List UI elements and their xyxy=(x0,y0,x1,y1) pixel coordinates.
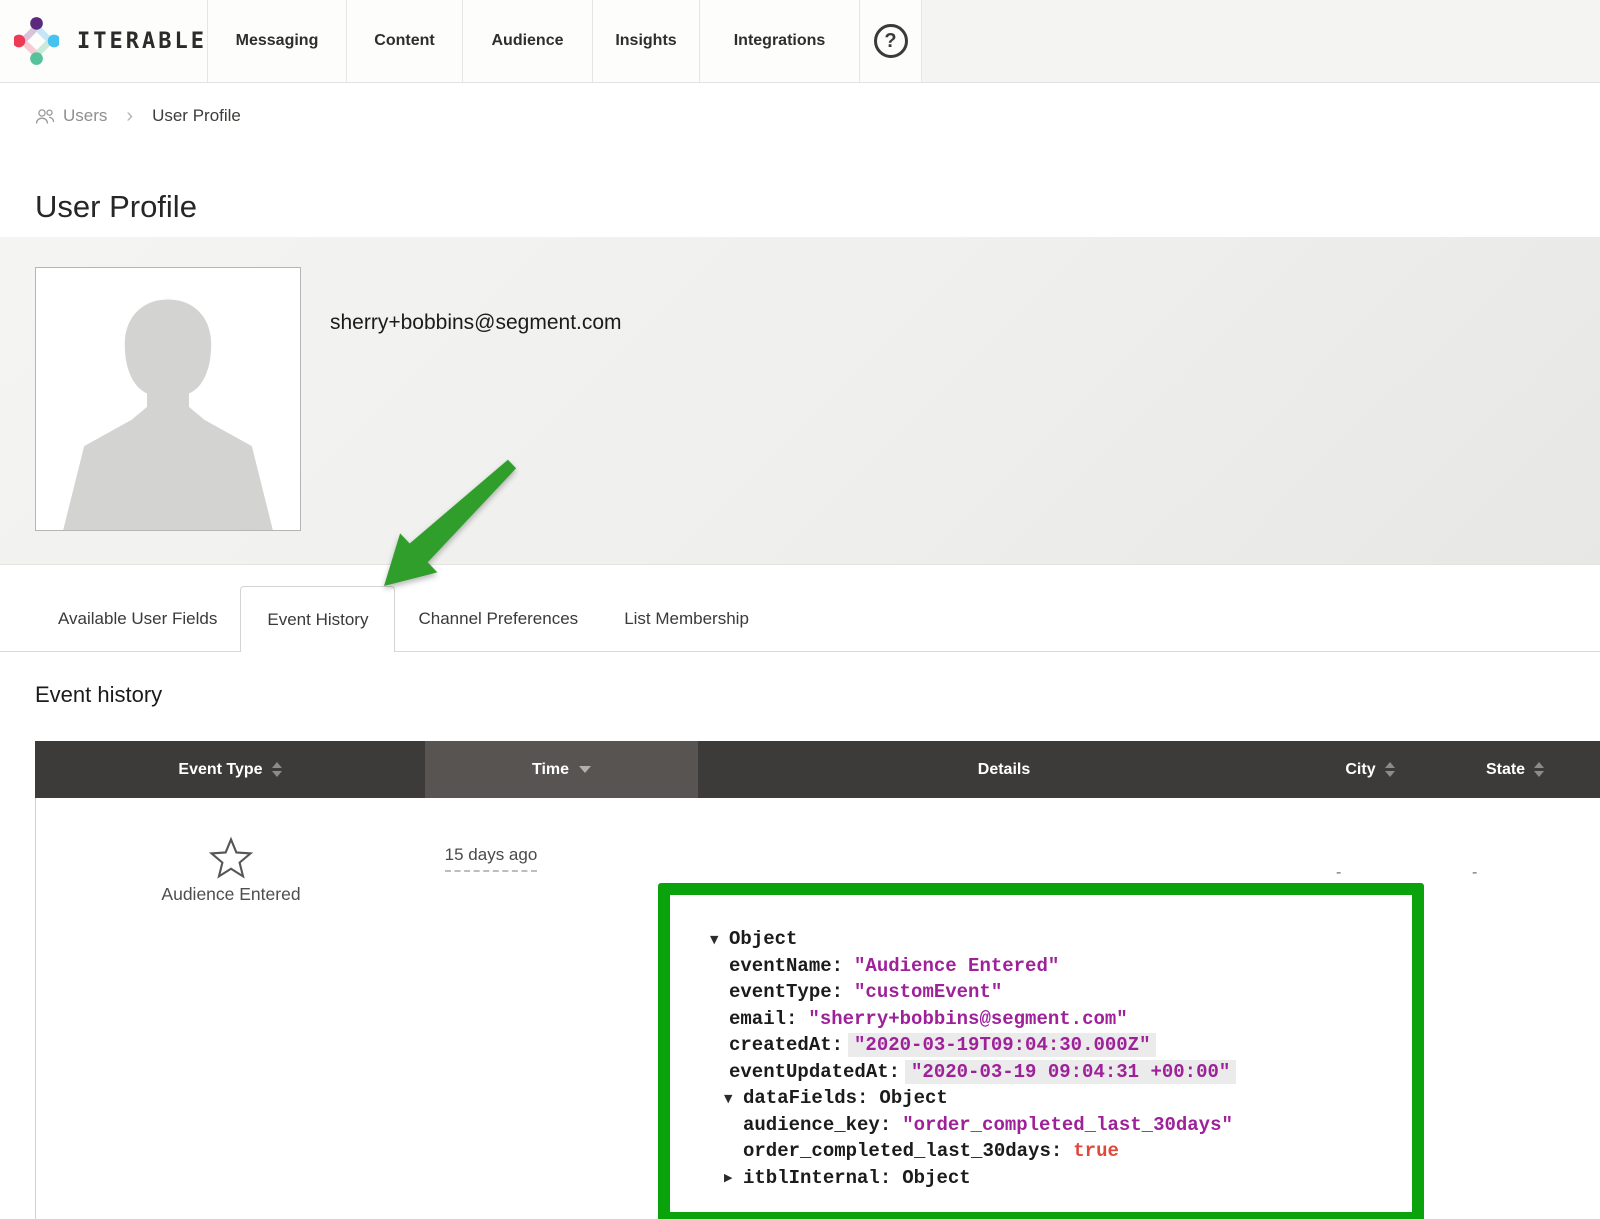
nav-item-insights[interactable]: Insights xyxy=(593,0,700,82)
tab-list-membership[interactable]: List Membership xyxy=(601,586,772,651)
time-cell: 15 days ago xyxy=(426,845,556,865)
column-header-label: Details xyxy=(978,761,1030,779)
tab-label: Channel Preferences xyxy=(418,609,578,629)
profile-summary-band: sherry+bobbins@segment.com xyxy=(0,237,1600,565)
json-row: audience_key: "order_completed_last_30da… xyxy=(710,1112,1398,1139)
state-cell: - xyxy=(1472,864,1477,882)
tab-available-user-fields[interactable]: Available User Fields xyxy=(35,586,240,651)
breadcrumb-users-link[interactable]: Users xyxy=(35,106,107,126)
nav-item-audience[interactable]: Audience xyxy=(463,0,593,82)
json-value: Object xyxy=(729,928,797,950)
avatar xyxy=(35,267,301,531)
event-type-cell: Audience Entered xyxy=(36,836,426,905)
help-button[interactable]: ? xyxy=(860,0,922,82)
top-nav: ITERABLE Messaging Content Audience Insi… xyxy=(0,0,1600,83)
breadcrumb-current: User Profile xyxy=(152,106,241,126)
json-key: eventName: xyxy=(729,955,843,977)
json-key: order_completed_last_30days: xyxy=(743,1140,1062,1162)
user-profile-page: ITERABLE Messaging Content Audience Insi… xyxy=(0,0,1600,1219)
json-value: "sherry+bobbins@segment.com" xyxy=(808,1008,1127,1030)
column-header-details: Details xyxy=(698,741,1310,798)
details-json-annotation-box: ▼ Object eventName: "Audience Entered" e… xyxy=(658,883,1424,1219)
nav-item-content[interactable]: Content xyxy=(347,0,463,82)
json-key: eventUpdatedAt: xyxy=(729,1061,900,1083)
json-row: ▶ itblInternal: Object xyxy=(710,1165,1398,1192)
iterable-diamond-icon xyxy=(14,9,59,73)
nav-item-label: Content xyxy=(374,32,434,50)
column-header-label: Time xyxy=(532,761,569,779)
avatar-silhouette-icon xyxy=(36,268,300,530)
json-row: ▼ dataFields: Object xyxy=(710,1085,1398,1112)
nav-item-label: Insights xyxy=(615,32,676,50)
json-value: "customEvent" xyxy=(854,981,1002,1003)
column-header-label: Event Type xyxy=(178,761,262,779)
json-row: eventUpdatedAt: "2020-03-19 09:04:31 +00… xyxy=(710,1059,1398,1086)
json-value: Object xyxy=(902,1167,970,1189)
tab-label: Event History xyxy=(267,610,368,630)
nav-item-messaging[interactable]: Messaging xyxy=(208,0,347,82)
city-cell: - xyxy=(1336,864,1341,882)
tab-label: List Membership xyxy=(624,609,749,629)
tab-channel-preferences[interactable]: Channel Preferences xyxy=(395,586,601,651)
breadcrumb: Users › User Profile xyxy=(35,105,1600,127)
sort-arrows-icon xyxy=(1385,762,1395,777)
nav-item-label: Messaging xyxy=(236,32,319,50)
brand-logo[interactable]: ITERABLE xyxy=(0,0,208,82)
json-value: "2020-03-19T09:04:30.000Z" xyxy=(848,1033,1156,1057)
column-header-city[interactable]: City xyxy=(1310,741,1430,798)
json-key: audience_key: xyxy=(743,1114,891,1136)
column-header-event-type[interactable]: Event Type xyxy=(35,741,425,798)
column-header-label: City xyxy=(1345,761,1375,779)
table-header: Event Type Time Details City State xyxy=(35,741,1600,798)
relative-time[interactable]: 15 days ago xyxy=(445,845,538,872)
question-mark-icon: ? xyxy=(874,24,908,58)
json-row: ▼ Object xyxy=(710,926,1398,953)
expander-triangle-icon[interactable]: ▼ xyxy=(724,1093,743,1104)
nav-item-integrations[interactable]: Integrations xyxy=(700,0,860,82)
json-key: dataFields: xyxy=(743,1087,868,1109)
nav-items: Messaging Content Audience Insights Inte… xyxy=(208,0,860,82)
nav-filler xyxy=(922,0,1600,82)
json-key: email: xyxy=(729,1008,797,1030)
nav-item-label: Audience xyxy=(491,32,563,50)
json-value: "order_completed_last_30days" xyxy=(902,1114,1233,1136)
chevron-right-icon: › xyxy=(120,106,139,126)
event-history-table: Event Type Time Details City State xyxy=(35,741,1600,1219)
page-title: User Profile xyxy=(35,187,1600,227)
json-row: createdAt: "2020-03-19T09:04:30.000Z" xyxy=(710,1032,1398,1059)
user-email: sherry+bobbins@segment.com xyxy=(330,311,622,564)
json-value: true xyxy=(1073,1140,1119,1162)
json-key: createdAt: xyxy=(729,1034,843,1056)
sort-arrows-icon xyxy=(1534,762,1544,777)
star-icon xyxy=(208,836,254,880)
sort-arrows-icon xyxy=(272,762,282,777)
breadcrumb-users-label: Users xyxy=(63,106,107,126)
expander-triangle-icon[interactable]: ▶ xyxy=(724,1172,743,1183)
event-type-label: Audience Entered xyxy=(161,884,300,905)
json-value: "2020-03-19 09:04:31 +00:00" xyxy=(905,1060,1236,1084)
table-row: Audience Entered 15 days ago - - ▼ Objec… xyxy=(35,798,1600,1219)
tab-label: Available User Fields xyxy=(58,609,217,629)
section-heading: Event history xyxy=(35,680,1600,710)
expander-triangle-icon[interactable]: ▼ xyxy=(710,934,729,945)
json-row: eventName: "Audience Entered" xyxy=(710,953,1398,980)
nav-item-label: Integrations xyxy=(734,32,826,50)
brand-wordmark: ITERABLE xyxy=(77,29,207,54)
json-row: eventType: "customEvent" xyxy=(710,979,1398,1006)
column-header-time[interactable]: Time xyxy=(425,741,698,798)
json-value: Object xyxy=(879,1087,947,1109)
json-value: "Audience Entered" xyxy=(854,955,1059,977)
profile-tabs: Available User Fields Event History Chan… xyxy=(0,586,1600,652)
json-row: email: "sherry+bobbins@segment.com" xyxy=(710,1006,1398,1033)
column-header-state[interactable]: State xyxy=(1430,741,1600,798)
users-icon xyxy=(35,108,55,125)
column-header-label: State xyxy=(1486,761,1525,779)
tab-event-history[interactable]: Event History xyxy=(240,586,395,652)
sorted-desc-icon xyxy=(579,766,591,773)
json-row: order_completed_last_30days: true xyxy=(710,1138,1398,1165)
json-key: eventType: xyxy=(729,981,843,1003)
json-key: itblInternal: xyxy=(743,1167,891,1189)
json-tree: ▼ Object eventName: "Audience Entered" e… xyxy=(710,926,1398,1191)
